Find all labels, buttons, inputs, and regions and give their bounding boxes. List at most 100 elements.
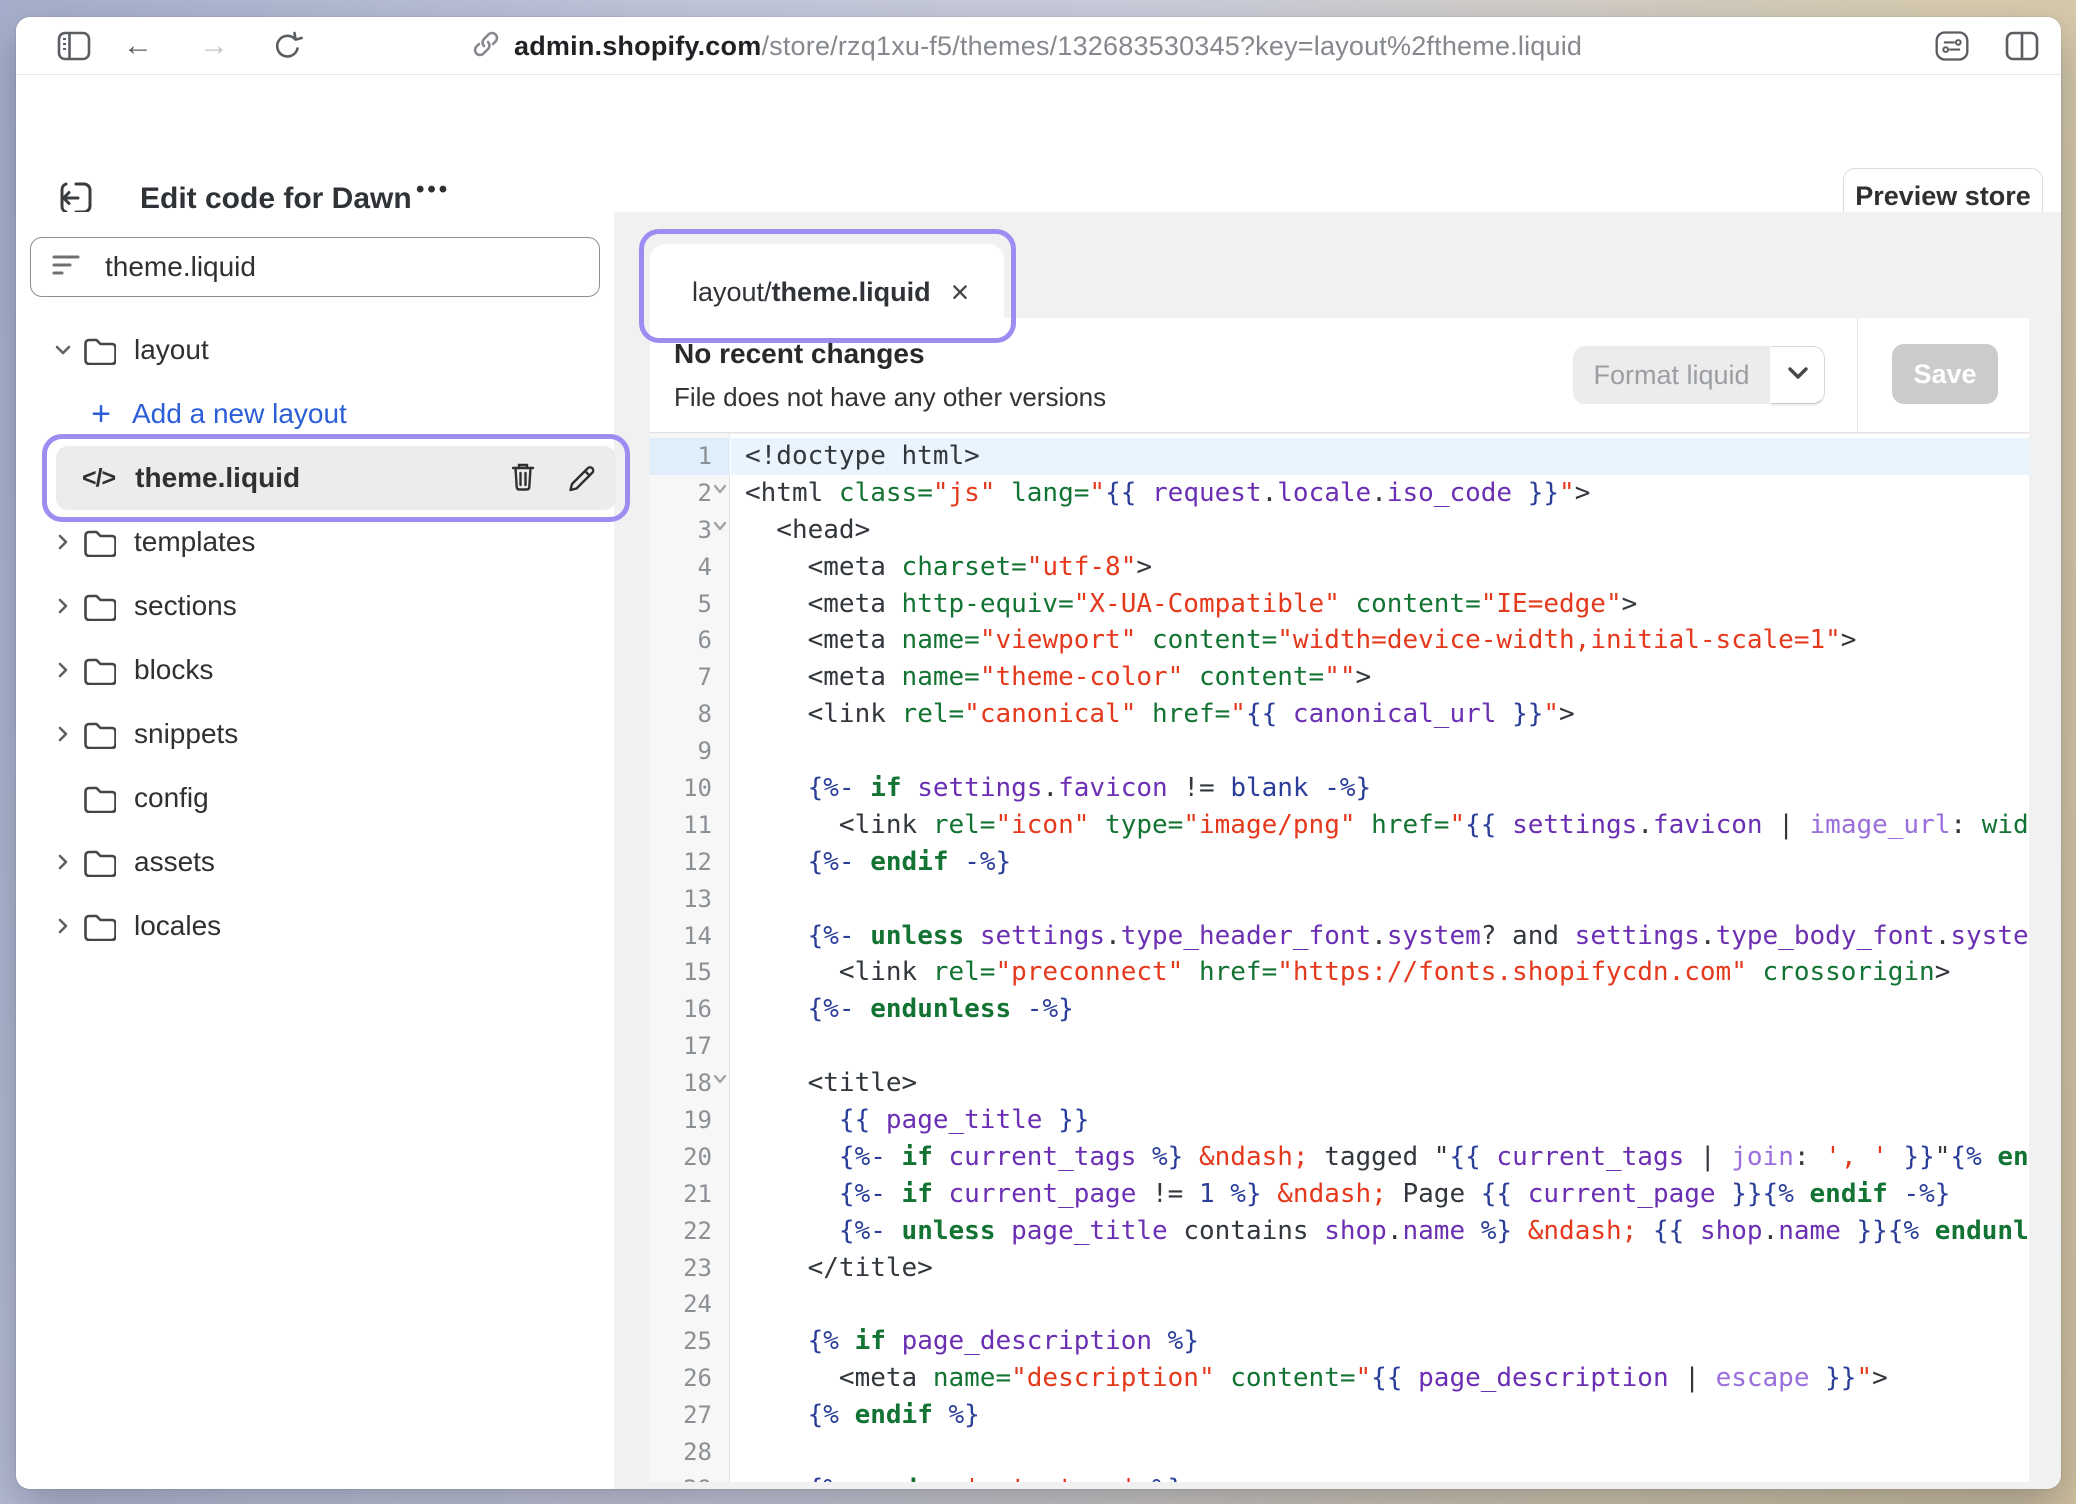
more-actions-icon[interactable]: ••• [416,176,450,204]
code-file-icon: </> [82,464,115,493]
filter-value: theme.liquid [105,251,256,283]
code-line-17[interactable]: 17 [650,1028,2029,1065]
code-line-1[interactable]: 1<!doctype html> [650,438,2029,475]
code-line-11[interactable]: 11 <link rel="icon" type="image/png" hre… [650,807,2029,844]
code-line-13[interactable]: 13 [650,881,2029,918]
chevron-right-icon[interactable] [48,531,78,553]
code-line-27[interactable]: 27 {% endif %} [650,1397,2029,1434]
sidebar-item-locales[interactable]: locales [30,894,614,958]
forward-icon[interactable]: → [196,28,232,64]
delete-file-icon[interactable] [508,460,538,497]
code-line-16[interactable]: 16 {%- endunless -%} [650,991,2029,1028]
sidebar-item-templates[interactable]: templates [30,510,614,574]
file-label: theme.liquid [135,462,300,494]
code-line-29[interactable]: 29 {% render 'meta-tags' %} [650,1471,2029,1482]
line-number: 1 [650,438,712,475]
code-text: </title> [745,1250,933,1287]
chevron-right-icon[interactable] [48,659,78,681]
tab-layout-theme-liquid[interactable]: layout/theme.liquid × [650,244,1004,340]
code-line-5[interactable]: 5 <meta http-equiv="X-UA-Compatible" con… [650,586,2029,623]
code-line-18[interactable]: 18 <title> [650,1065,2029,1102]
format-liquid-dropdown[interactable] [1771,346,1825,404]
code-line-25[interactable]: 25 {% if page_description %} [650,1323,2029,1360]
split-view-icon[interactable] [2004,28,2040,64]
line-number: 10 [650,770,712,807]
code-lines: 1<!doctype html>2<html class="js" lang="… [650,438,2029,1482]
fold-toggle-icon[interactable] [712,519,728,538]
code-line-4[interactable]: 4 <meta charset="utf-8"> [650,549,2029,586]
code-line-24[interactable]: 24 [650,1286,2029,1323]
code-line-6[interactable]: 6 <meta name="viewport" content="width=d… [650,622,2029,659]
line-number: 26 [650,1360,712,1397]
link-icon [471,29,501,64]
code-line-9[interactable]: 9 [650,733,2029,770]
browser-settings-icon[interactable] [1934,28,1970,64]
chevron-right-icon[interactable] [48,723,78,745]
code-text: {%- endif -%} [745,844,1011,881]
code-line-3[interactable]: 3 <head> [650,512,2029,549]
folder-label: blocks [134,654,213,686]
chevron-right-icon[interactable] [48,915,78,937]
reload-icon[interactable] [270,28,306,64]
folder-icon [82,527,116,557]
folder-icon [82,335,116,365]
code-line-20[interactable]: 20 {%- if current_tags %} &ndash; tagged… [650,1139,2029,1176]
code-line-19[interactable]: 19 {{ page_title }} [650,1102,2029,1139]
fold-toggle-icon[interactable] [712,482,728,501]
line-number: 14 [650,918,712,955]
code-line-14[interactable]: 14 {%- unless settings.type_header_font.… [650,918,2029,955]
sidebar-file-theme-liquid[interactable]: </> theme.liquid [30,446,614,510]
code-line-2[interactable]: 2<html class="js" lang="{{ request.local… [650,475,2029,512]
tab-label: layout/theme.liquid [692,277,931,308]
format-liquid-button[interactable]: Format liquid [1573,346,1770,404]
line-number: 11 [650,807,712,844]
sidebar-item-layout[interactable]: layout [30,318,614,382]
code-text: <link rel="icon" type="image/png" href="… [745,807,2029,844]
chevron-right-icon[interactable] [48,851,78,873]
chevron-right-icon[interactable] [48,595,78,617]
url-text: admin.shopify.com/store/rzq1xu-f5/themes… [514,31,1582,62]
code-line-8[interactable]: 8 <link rel="canonical" href="{{ canonic… [650,696,2029,733]
code-line-26[interactable]: 26 <meta name="description" content="{{ … [650,1360,2029,1397]
rename-file-icon[interactable] [566,460,596,497]
plus-icon: + [86,395,116,434]
tab-close-icon[interactable]: × [938,244,982,340]
address-bar[interactable]: admin.shopify.com/store/rzq1xu-f5/themes… [471,17,1582,75]
sidebar-toggle-icon[interactable] [56,28,92,64]
sidebar-item-config[interactable]: config [30,766,614,830]
content-area: theme.liquid layout+Add a new layout </> t… [16,212,2061,1489]
folder-label: templates [134,526,255,558]
line-number: 19 [650,1102,712,1139]
code-line-12[interactable]: 12 {%- endif -%} [650,844,2029,881]
code-line-10[interactable]: 10 {%- if settings.favicon != blank -%} [650,770,2029,807]
app-header: Edit code for Dawn ••• Preview store [16,76,2061,212]
code-line-21[interactable]: 21 {%- if current_page != 1 %} &ndash; P… [650,1176,2029,1213]
add-new-layout-link[interactable]: +Add a new layout [30,382,614,446]
line-number: 16 [650,991,712,1028]
line-number: 23 [650,1250,712,1287]
sidebar-item-blocks[interactable]: blocks [30,638,614,702]
code-editor[interactable]: 1<!doctype html>2<html class="js" lang="… [650,434,2029,1482]
browser-toolbar: ← → admin.shopify.com/store/rzq1xu-f5/th… [16,17,2061,75]
line-number: 28 [650,1434,712,1471]
sidebar-item-sections[interactable]: sections [30,574,614,638]
browser-window: ← → admin.shopify.com/store/rzq1xu-f5/th… [16,17,2061,1489]
code-text: <meta name="theme-color" content=""> [745,659,1371,696]
sidebar-item-assets[interactable]: assets [30,830,614,894]
code-line-28[interactable]: 28 [650,1434,2029,1471]
file-filter-input[interactable]: theme.liquid [30,237,600,297]
chevron-down-icon[interactable] [48,339,78,361]
fold-toggle-icon[interactable] [712,1072,728,1091]
save-button[interactable]: Save [1892,344,1998,404]
code-line-7[interactable]: 7 <meta name="theme-color" content=""> [650,659,2029,696]
code-line-15[interactable]: 15 <link rel="preconnect" href="https://… [650,954,2029,991]
code-text: <meta http-equiv="X-UA-Compatible" conte… [745,586,1637,623]
code-text: <html class="js" lang="{{ request.locale… [745,475,1590,512]
selected-file-row[interactable]: </> theme.liquid [56,446,616,510]
back-icon[interactable]: ← [120,28,156,64]
code-line-23[interactable]: 23 </title> [650,1250,2029,1287]
folder-icon [82,911,116,941]
line-number: 25 [650,1323,712,1360]
sidebar-item-snippets[interactable]: snippets [30,702,614,766]
code-line-22[interactable]: 22 {%- unless page_title contains shop.n… [650,1213,2029,1250]
